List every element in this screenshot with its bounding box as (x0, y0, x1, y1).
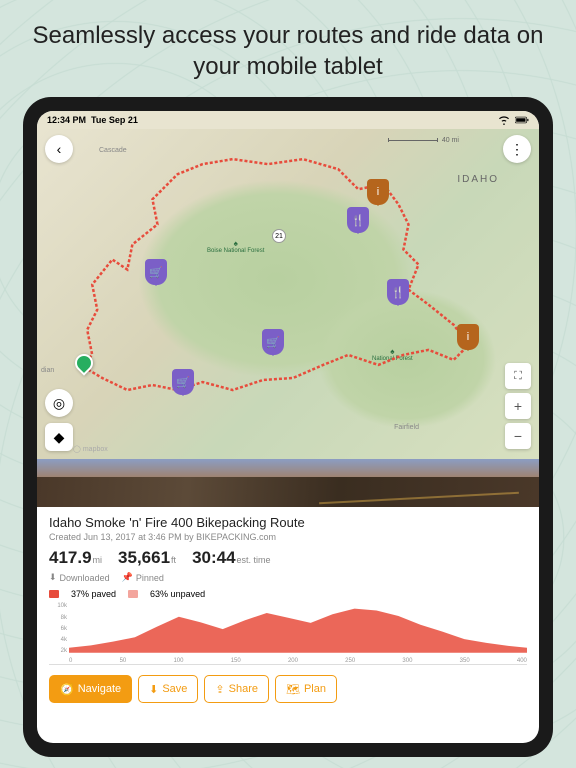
unpaved-chip (128, 590, 138, 598)
poi-shop-icon[interactable]: 🛒 (145, 259, 167, 285)
map-icon: 🗺 (286, 683, 300, 696)
poi-food-icon[interactable]: 🍴 (387, 279, 409, 305)
route-stats: 417.9mi 35,661ft 30:44est. time (49, 548, 527, 568)
wifi-icon (497, 115, 511, 125)
save-button[interactable]: ⬇Save (138, 675, 198, 703)
navigate-button[interactable]: 🧭Navigate (49, 675, 132, 703)
battery-icon (515, 115, 529, 125)
route-photo[interactable] (37, 459, 539, 507)
poi-info-icon[interactable]: i (367, 179, 389, 205)
download-icon: ⬇ (49, 572, 57, 583)
tablet-frame: 12:34 PM Tue Sep 21 IDAHO ♠Boise Nationa… (23, 97, 553, 757)
poi-info-icon[interactable]: i (457, 324, 479, 350)
route-path (37, 129, 539, 459)
poi-shop-icon[interactable]: 🛒 (262, 329, 284, 355)
marketing-headline: Seamlessly access your routes and ride d… (0, 0, 576, 97)
action-bar: 🧭Navigate ⬇Save ⇪Share 🗺Plan (37, 675, 539, 713)
poi-food-icon[interactable]: 🍴 (347, 207, 369, 233)
route-title: Idaho Smoke 'n' Fire 400 Bikepacking Rou… (49, 515, 527, 530)
status-date: Tue Sep 21 (91, 115, 138, 125)
share-icon: ⇪ (215, 683, 224, 696)
time-value: 30:44 (192, 548, 235, 567)
elevation-value: 35,661 (118, 548, 170, 567)
compass-icon: 🧭 (60, 683, 74, 696)
layers-button[interactable]: ◆ (45, 423, 73, 451)
pin-icon: 📌 (122, 572, 133, 583)
elevation-chart[interactable]: 10k8k6k4k2k 050100150200250300350400 (49, 603, 527, 665)
plan-button[interactable]: 🗺Plan (275, 675, 337, 703)
surface-legend: 37% paved 63% unpaved (49, 589, 527, 599)
download-icon: ⬇ (149, 683, 158, 696)
paved-chip (49, 590, 59, 598)
expand-button[interactable]: ⛶ (505, 363, 531, 389)
status-time: 12:34 PM (47, 115, 86, 125)
tablet-screen: 12:34 PM Tue Sep 21 IDAHO ♠Boise Nationa… (37, 111, 539, 743)
map-view[interactable]: IDAHO ♠Boise National Forest ♠National F… (37, 129, 539, 459)
route-details: Idaho Smoke 'n' Fire 400 Bikepacking Rou… (37, 507, 539, 675)
map-scale: 40 mi (388, 137, 459, 144)
zoom-out-button[interactable]: − (505, 423, 531, 449)
pinned-badge: 📌Pinned (122, 572, 164, 583)
route-meta: Created Jun 13, 2017 at 3:46 PM by BIKEP… (49, 532, 527, 542)
status-bar: 12:34 PM Tue Sep 21 (37, 111, 539, 129)
map-attribution: ◯ mapbox (73, 445, 108, 453)
poi-shop-icon[interactable]: 🛒 (172, 369, 194, 395)
zoom-in-button[interactable]: + (505, 393, 531, 419)
distance-value: 417.9 (49, 548, 92, 567)
downloaded-badge: ⬇Downloaded (49, 572, 110, 583)
share-button[interactable]: ⇪Share (204, 675, 269, 703)
